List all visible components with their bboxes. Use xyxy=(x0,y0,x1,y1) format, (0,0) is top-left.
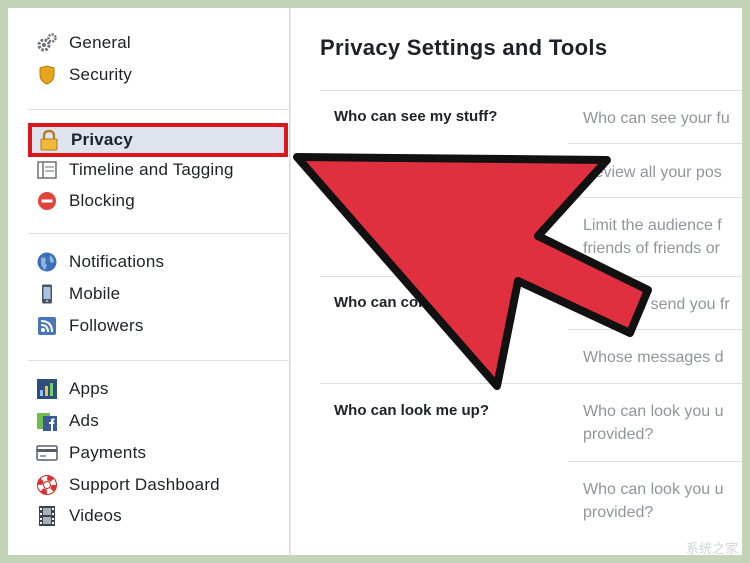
ads-icon xyxy=(36,410,58,432)
card-icon xyxy=(36,442,58,464)
sidebar-item-videos[interactable]: Videos xyxy=(28,503,290,529)
setting-row[interactable]: Whose messages d xyxy=(583,346,742,369)
section-label-look-up: Who can look me up? xyxy=(334,402,490,419)
timeline-icon xyxy=(36,159,58,181)
sidebar-item-label: Ads xyxy=(69,411,99,430)
sidebar-item-label: Followers xyxy=(69,316,144,335)
sidebar-divider xyxy=(28,360,290,361)
setting-row[interactable]: Review all your pos xyxy=(583,161,742,184)
watermark: 系统之家 xyxy=(685,542,738,557)
apps-icon xyxy=(36,378,58,400)
sidebar-item-label: Privacy xyxy=(71,130,133,149)
sidebar-item-label: Timeline and Tagging xyxy=(69,160,234,179)
sidebar-item-mobile[interactable]: Mobile xyxy=(28,281,290,307)
row-divider xyxy=(568,461,742,462)
sidebar-item-followers[interactable]: Followers xyxy=(28,313,290,339)
film-icon xyxy=(36,505,58,527)
section-label-contact: Who can contact me? xyxy=(334,294,490,311)
blocking-icon xyxy=(36,190,58,212)
settings-sidebar: General Security Privacy Timeline and Ta… xyxy=(8,8,290,555)
settings-main: Privacy Settings and Tools Who can see m… xyxy=(291,8,742,555)
setting-row[interactable]: Who can see your fu xyxy=(583,107,742,130)
rss-icon xyxy=(36,315,58,337)
sidebar-item-timeline-tagging[interactable]: Timeline and Tagging xyxy=(28,157,290,183)
setting-row[interactable]: Who can look you u provided? xyxy=(583,478,742,524)
sidebar-divider xyxy=(28,109,290,110)
sidebar-item-payments[interactable]: Payments xyxy=(28,440,290,466)
gears-icon xyxy=(36,32,58,54)
section-divider xyxy=(320,90,742,91)
sidebar-item-blocking[interactable]: Blocking xyxy=(28,188,290,214)
settings-window: General Security Privacy Timeline and Ta… xyxy=(8,8,742,555)
sidebar-item-apps[interactable]: Apps xyxy=(28,376,290,402)
shield-icon xyxy=(36,64,58,86)
sidebar-item-label: Support Dashboard xyxy=(69,475,220,494)
sidebar-item-label: Payments xyxy=(69,443,147,462)
section-label-see-stuff: Who can see my stuff? xyxy=(334,108,498,125)
sidebar-item-support-dashboard[interactable]: Support Dashboard xyxy=(28,472,290,498)
row-divider xyxy=(568,197,742,198)
section-divider xyxy=(320,383,742,384)
sidebar-item-label: Apps xyxy=(69,379,109,398)
mobile-icon xyxy=(36,283,58,305)
sidebar-item-general[interactable]: General xyxy=(28,30,290,56)
sidebar-divider xyxy=(28,233,290,234)
page-title: Privacy Settings and Tools xyxy=(320,35,608,60)
sidebar-item-security[interactable]: Security xyxy=(28,62,290,88)
setting-row[interactable]: Limit the audience f friends of friends … xyxy=(583,214,742,260)
sidebar-item-privacy[interactable]: Privacy xyxy=(28,123,288,157)
sidebar-item-label: Videos xyxy=(69,506,122,525)
row-divider xyxy=(568,143,742,144)
row-divider xyxy=(568,329,742,330)
sidebar-item-label: Security xyxy=(69,65,133,84)
lifebuoy-icon xyxy=(36,474,58,496)
lock-icon xyxy=(38,129,60,151)
setting-row[interactable]: Who can send you fr xyxy=(583,293,742,316)
globe-icon xyxy=(36,251,58,273)
sidebar-item-notifications[interactable]: Notifications xyxy=(28,249,290,275)
section-divider xyxy=(320,276,742,277)
sidebar-item-label: Blocking xyxy=(69,191,135,210)
sidebar-item-label: Mobile xyxy=(69,284,121,303)
sidebar-item-label: Notifications xyxy=(69,252,165,271)
sidebar-item-label: General xyxy=(69,33,131,52)
sidebar-item-ads[interactable]: Ads xyxy=(28,408,290,434)
setting-row[interactable]: Who can look you u provided? xyxy=(583,400,742,446)
